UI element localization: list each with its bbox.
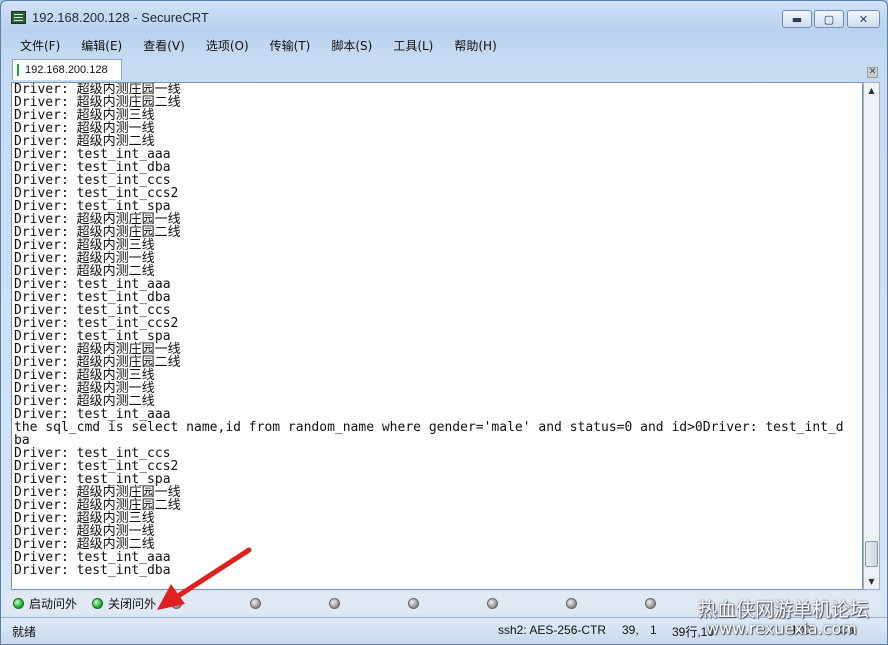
close-icon: ✕: [858, 12, 869, 26]
status-cipher: ssh2: AES-256-CTR: [498, 623, 607, 637]
session-tab[interactable]: 192.168.200.128: [12, 59, 122, 80]
menu-script[interactable]: 脚本(S): [316, 35, 378, 55]
watermark-title: 热血侠网游单机论坛: [698, 599, 870, 621]
minimize-icon: ▬: [791, 12, 803, 26]
gray-led-icon: [487, 597, 498, 609]
menu-view[interactable]: 查看(V): [128, 35, 191, 55]
gray-led-icon: [566, 597, 577, 609]
menu-bar: 文件(F) 编辑(E) 查看(V) 选项(O) 传输(T) 脚本(S) 工具(L…: [5, 35, 883, 55]
gray-led-icon: [408, 597, 419, 609]
menu-edit[interactable]: 编辑(E): [66, 35, 128, 55]
gray-led-icon: [645, 597, 656, 609]
green-led-icon: [13, 597, 24, 609]
button-bar-button[interactable]: [408, 592, 424, 614]
terminal-scrollbar[interactable]: ▲ ▼: [863, 82, 880, 590]
menu-options[interactable]: 选项(O): [191, 35, 255, 55]
button-bar-button[interactable]: 启动问外: [13, 592, 77, 614]
menu-file[interactable]: 文件(F): [5, 35, 66, 55]
button-bar-button[interactable]: [487, 592, 503, 614]
menu-tools[interactable]: 工具(L): [378, 35, 439, 55]
button-bar-label: 启动问外: [29, 596, 78, 611]
button-bar-label: 关闭问外: [108, 596, 157, 611]
securecrt-app-icon[interactable]: [11, 11, 26, 24]
menu-transfer[interactable]: 传输(T): [255, 35, 317, 55]
connected-indicator-icon: [17, 64, 19, 76]
maximize-button[interactable]: ▢: [814, 10, 844, 28]
terminal-line: Driver: test_int_dba: [14, 563, 171, 578]
terminal-output[interactable]: Driver: 超级内测庄园一线 Driver: 超级内测庄园二线 Driver: …: [11, 82, 863, 590]
session-tab-label: 192.168.200.128: [25, 64, 108, 76]
button-bar-button[interactable]: 关闭问外: [92, 592, 156, 614]
status-ready: 就绪: [12, 625, 37, 639]
scroll-up-arrow-icon[interactable]: ▲: [864, 83, 879, 98]
close-button[interactable]: ✕: [847, 10, 880, 28]
session-tab-bar: 192.168.200.128 ✕: [5, 59, 881, 81]
title-bar[interactable]: 192.168.200.128 - SecureCRT ▬ ▢ ✕: [1, 1, 887, 33]
annotation-arrow-icon: [157, 547, 252, 610]
button-bar-button[interactable]: [645, 592, 661, 614]
status-row: 39,: [622, 623, 639, 637]
watermark-url: www.rexuexia.com: [706, 619, 857, 638]
scroll-down-arrow-icon[interactable]: ▼: [864, 574, 879, 589]
status-col: 1: [650, 623, 657, 637]
window-title: 192.168.200.128 - SecureCRT: [32, 10, 209, 25]
securecrt-window: 192.168.200.128 - SecureCRT ▬ ▢ ✕ 文件(F) …: [0, 0, 888, 645]
minimize-button[interactable]: ▬: [782, 10, 812, 28]
button-bar-button[interactable]: [329, 592, 345, 614]
tab-close-icon[interactable]: ✕: [867, 67, 878, 78]
gray-led-icon: [329, 597, 340, 609]
button-bar-button[interactable]: [566, 592, 582, 614]
scrollbar-thumb[interactable]: [865, 541, 878, 567]
menu-help[interactable]: 帮助(H): [439, 35, 502, 55]
terminal-line: the sql_cmd is select name,id from rando…: [14, 420, 844, 435]
green-led-icon: [92, 597, 103, 609]
maximize-icon: ▢: [823, 12, 835, 26]
